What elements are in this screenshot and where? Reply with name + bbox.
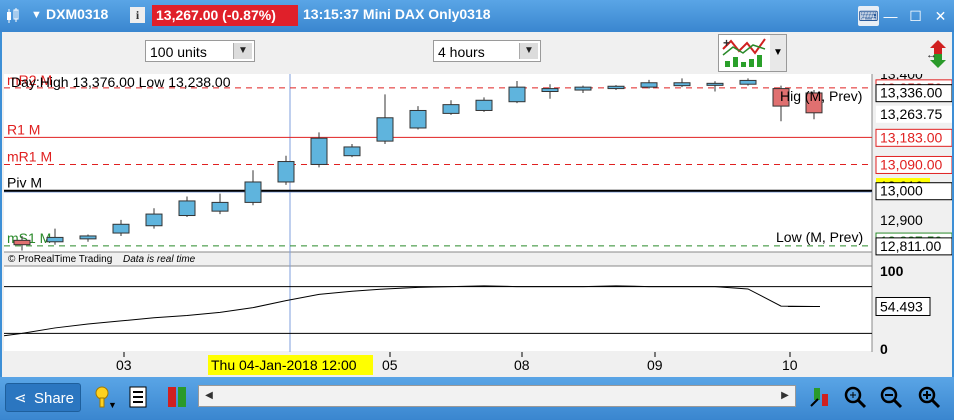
candle-body bbox=[442, 104, 460, 114]
svg-text:↔: ↔ bbox=[926, 49, 937, 61]
oscillator-axis-label: 54.493 bbox=[880, 298, 923, 314]
maximize-button[interactable]: ☐ bbox=[905, 6, 926, 26]
order-book-icon[interactable] bbox=[126, 384, 152, 410]
chart-toolbar: 100 units ▼ 4 hours ▼ + ▼ ↔ bbox=[2, 32, 952, 74]
time-label: 10 bbox=[782, 357, 798, 373]
chart-window: 100 units ▼ 4 hours ▼ + ▼ ↔ mR2 M R1 M m… bbox=[2, 32, 952, 377]
price-axis-label: 12,900 bbox=[880, 212, 923, 228]
candle-body bbox=[13, 239, 31, 246]
level-label: Piv M bbox=[7, 175, 42, 191]
time-label: 03 bbox=[116, 357, 132, 373]
candle-body bbox=[376, 117, 394, 142]
indicators-dropdown[interactable]: ▼ bbox=[770, 34, 787, 72]
candle-body bbox=[508, 86, 526, 103]
indicators-button[interactable]: + bbox=[718, 34, 772, 72]
candle-body bbox=[541, 88, 559, 93]
price-axis-label: 13,000 bbox=[880, 183, 923, 199]
price-axis-label: 13,263.75 bbox=[880, 106, 942, 122]
interval-select[interactable]: 4 hours ▼ bbox=[433, 40, 541, 62]
candle-body bbox=[574, 86, 592, 91]
price-axis-label: 13,336.00 bbox=[880, 85, 942, 101]
candle-body bbox=[640, 82, 658, 88]
candle-body bbox=[475, 99, 493, 111]
interval-value: 4 hours bbox=[438, 44, 485, 60]
oscillator-axis-label: 0 bbox=[880, 341, 888, 357]
zoom-fit-icon[interactable] bbox=[842, 384, 868, 410]
candle-body bbox=[739, 79, 757, 85]
zoom-in-icon[interactable] bbox=[916, 384, 942, 410]
day-high-low: Day:High 13,376.00 Low 13,238.00 bbox=[11, 74, 231, 90]
auto-scale-icon[interactable] bbox=[808, 384, 834, 410]
indicators-icon: + bbox=[722, 36, 766, 67]
candle-body bbox=[310, 137, 328, 165]
candle-body bbox=[343, 146, 361, 157]
chart-area[interactable]: mR2 MR1 MmR1 MPiv MmS1 M 13,40013,352.50… bbox=[4, 74, 952, 377]
price-axis-label: 13,183.00 bbox=[880, 129, 942, 145]
chevron-down-icon[interactable]: ▼ bbox=[519, 43, 538, 59]
realtime-note: Data is real time bbox=[123, 254, 196, 265]
minimize-button[interactable]: — bbox=[880, 6, 901, 26]
chart-scrollbar[interactable]: ◀ ▶ bbox=[198, 385, 796, 407]
time-label: 08 bbox=[514, 357, 530, 373]
oscillator-axis-label: 100 bbox=[880, 263, 904, 279]
price-change-badge: 13,267.00 (-0.87%) bbox=[152, 5, 298, 26]
share-button[interactable]: ⋖ Share bbox=[5, 383, 81, 412]
level-label: mR1 M bbox=[7, 148, 52, 164]
candle-body bbox=[46, 236, 64, 243]
info-icon[interactable]: i bbox=[130, 7, 145, 23]
oscillator-panel bbox=[4, 266, 872, 351]
candle-body bbox=[112, 223, 130, 234]
candle-body bbox=[277, 161, 295, 183]
alert-bell-icon[interactable]: ▼ bbox=[92, 384, 118, 410]
candle-body bbox=[673, 82, 691, 87]
time-axis bbox=[4, 352, 872, 377]
chevron-down-icon[interactable]: ▼ bbox=[31, 9, 42, 21]
svg-text:▼: ▼ bbox=[108, 400, 117, 410]
trading-icon[interactable] bbox=[164, 384, 190, 410]
time-label: 05 bbox=[382, 357, 398, 373]
close-button[interactable]: ✕ bbox=[930, 6, 951, 26]
copyright-text: © ProRealTime Trading bbox=[8, 254, 112, 265]
candle-body bbox=[178, 200, 196, 217]
bottom-toolbar: ⋖ Share ▼ ◀ ▶ bbox=[0, 377, 954, 420]
candle-body bbox=[211, 201, 229, 212]
swap-arrows-icon[interactable]: ↔ bbox=[924, 32, 952, 74]
candle-body bbox=[145, 213, 163, 227]
candle-body bbox=[607, 85, 625, 90]
scroll-right-icon[interactable]: ▶ bbox=[777, 387, 793, 405]
candle-body bbox=[409, 109, 427, 129]
units-value: 100 units bbox=[150, 44, 207, 60]
price-axis-label: 13,090.00 bbox=[880, 156, 942, 172]
candlestick-icon[interactable] bbox=[4, 7, 22, 25]
high-prev-label: Hig (M, Prev) bbox=[780, 88, 862, 104]
candle-body bbox=[79, 235, 97, 240]
candle-body bbox=[706, 82, 724, 86]
price-chart[interactable]: mR2 MR1 MmR1 MPiv MmS1 M 13,40013,352.50… bbox=[4, 74, 952, 377]
title-bar: ▼ DXM0318 i 13,267.00 (-0.87%) 13:15:37 … bbox=[0, 0, 954, 32]
price-panel bbox=[4, 74, 872, 252]
low-prev-label: Low (M, Prev) bbox=[776, 229, 863, 245]
price-axis-label: 12,811.00 bbox=[880, 238, 941, 254]
candle-body bbox=[244, 181, 262, 203]
svg-text:+: + bbox=[723, 36, 730, 50]
level-label: R1 M bbox=[7, 121, 40, 137]
units-select[interactable]: 100 units ▼ bbox=[145, 40, 255, 62]
zoom-out-icon[interactable] bbox=[878, 384, 904, 410]
share-icon: ⋖ bbox=[14, 390, 27, 407]
instrument-symbol[interactable]: DXM0318 bbox=[46, 6, 108, 22]
time-label: 09 bbox=[647, 357, 663, 373]
window-title: 13:15:37 Mini DAX Only0318 bbox=[303, 6, 491, 22]
keyboard-icon[interactable]: ⌨ bbox=[858, 6, 879, 26]
cursor-date: Thu 04-Jan-2018 12:00 bbox=[211, 357, 357, 373]
scroll-left-icon[interactable]: ◀ bbox=[201, 387, 217, 405]
chevron-down-icon[interactable]: ▼ bbox=[233, 43, 252, 59]
